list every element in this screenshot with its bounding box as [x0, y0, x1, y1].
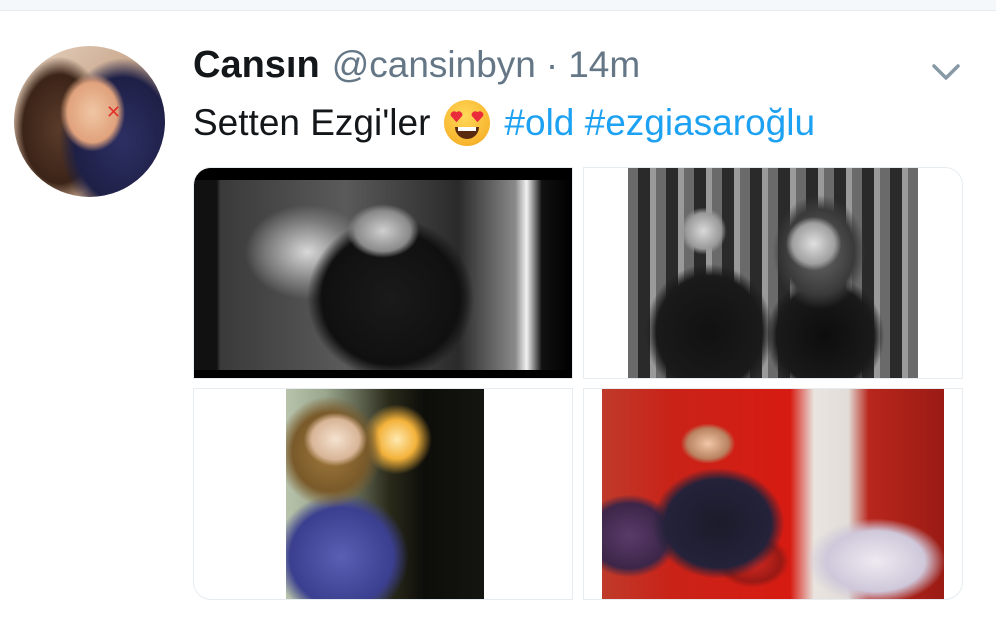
- heart-eyes-emoji-icon: [444, 100, 491, 146]
- tweet-text: Setten Ezgi'ler #old #ezgiasaroğlu: [193, 98, 815, 148]
- separator-dot: ·: [545, 44, 559, 85]
- avatar[interactable]: ✕: [14, 46, 165, 197]
- photo-image: [286, 389, 484, 599]
- user-handle[interactable]: @cansinbyn: [332, 44, 536, 86]
- media-photo-1[interactable]: [193, 167, 573, 379]
- media-photo-2[interactable]: [583, 167, 963, 379]
- tweet-menu-button[interactable]: [930, 60, 962, 84]
- hashtag-ezgiasaroglu[interactable]: #ezgiasaroğlu: [585, 102, 815, 144]
- sticker-mark-icon: ✕: [106, 102, 122, 123]
- chevron-down-icon: [932, 64, 960, 80]
- timestamp[interactable]: 14m: [568, 44, 640, 86]
- hashtag-old[interactable]: #old: [504, 102, 574, 144]
- photo-image: [602, 389, 944, 599]
- media-photo-4[interactable]: [583, 388, 963, 600]
- photo-image: [194, 168, 572, 378]
- media-photo-3[interactable]: [193, 388, 573, 600]
- display-name[interactable]: Cansın: [193, 44, 320, 87]
- media-grid: [193, 167, 964, 600]
- tweet-body: Setten Ezgi'ler: [193, 102, 431, 143]
- photo-image: [628, 168, 918, 378]
- top-divider: [0, 0, 996, 11]
- tweet-header: Cansın @cansinbyn · 14m: [193, 44, 640, 90]
